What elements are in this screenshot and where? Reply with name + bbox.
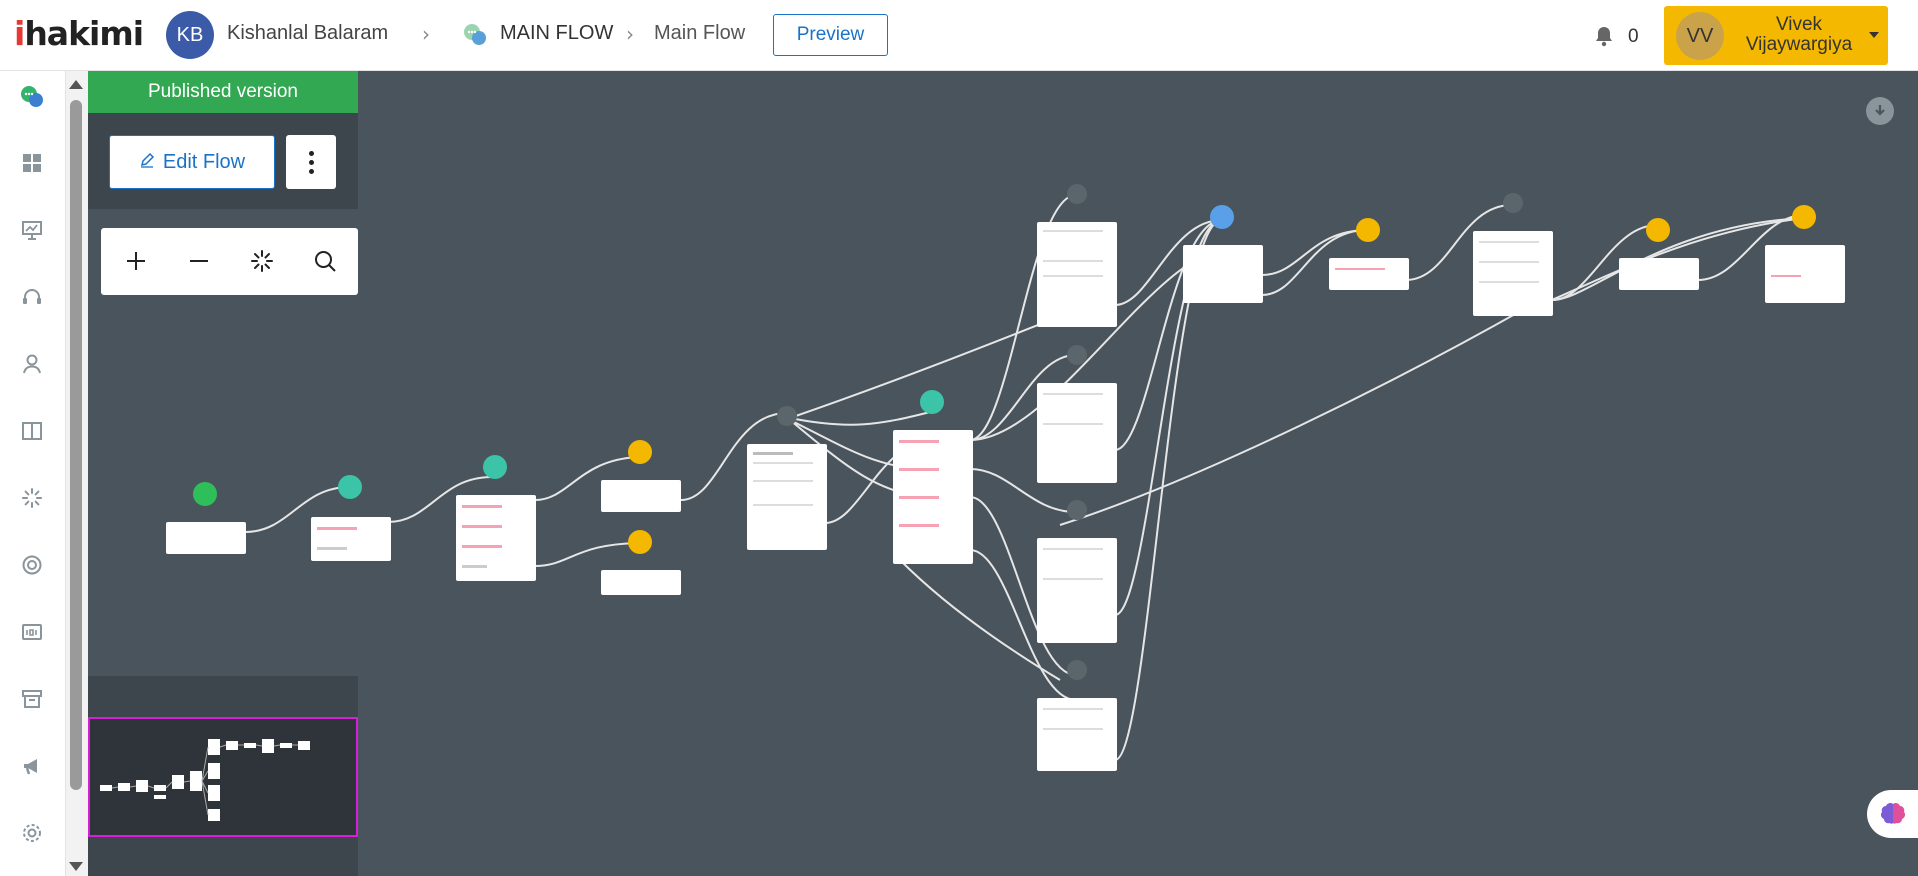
edit-flow-button[interactable]: Edit Flow [109, 135, 275, 189]
minimap[interactable] [88, 717, 358, 837]
dashboard-icon[interactable] [18, 149, 46, 177]
search-button[interactable] [301, 238, 349, 284]
question-node[interactable] [893, 390, 973, 564]
top-bar: ihakimi KB Kishanlal Balaram › MAIN FLOW… [0, 0, 1918, 71]
user-avatar: VV [1676, 12, 1724, 60]
chat-bubbles-icon[interactable] [18, 83, 46, 111]
headset-icon[interactable] [18, 283, 46, 311]
message-node[interactable] [1037, 184, 1117, 327]
start-node[interactable] [166, 482, 246, 554]
question-node[interactable] [311, 475, 391, 561]
action-node[interactable] [601, 530, 681, 595]
edit-pen-icon [139, 151, 155, 174]
zoom-toolbar [101, 228, 358, 295]
action-node[interactable] [1329, 218, 1409, 290]
more-options-button[interactable] [286, 135, 336, 189]
notification-count: 0 [1628, 26, 1639, 47]
action-node[interactable] [601, 440, 681, 512]
zoom-in-button[interactable] [112, 238, 160, 284]
fit-view-button[interactable] [238, 238, 286, 284]
question-node[interactable] [456, 455, 536, 581]
book-icon[interactable] [18, 417, 46, 445]
loader-icon[interactable] [18, 484, 46, 512]
breadcrumb-flow-name: Main Flow [654, 22, 746, 44]
user-menu-button[interactable]: VV Vivek Vijaywargiya [1664, 6, 1888, 65]
chat-bubbles-icon [462, 22, 488, 48]
presentation-icon[interactable] [18, 216, 46, 244]
preview-button[interactable]: Preview [773, 14, 888, 56]
user-icon[interactable] [18, 350, 46, 378]
ai-assistant-brain-icon[interactable] [1867, 790, 1918, 838]
scrollbar-thumb[interactable] [70, 100, 82, 790]
account-avatar[interactable]: KB [166, 11, 214, 59]
message-node[interactable] [1473, 193, 1553, 316]
settings-icon[interactable] [18, 819, 46, 847]
id-card-icon[interactable] [18, 618, 46, 646]
account-name[interactable]: Kishanlal Balaram [227, 22, 388, 45]
edit-flow-label: Edit Flow [162, 150, 246, 173]
sidebar [0, 71, 66, 876]
download-icon[interactable] [1866, 97, 1894, 125]
chevron-right-icon: › [626, 22, 634, 46]
bell-icon[interactable] [1592, 24, 1616, 48]
scroll-up-arrow-icon[interactable] [69, 80, 83, 89]
caret-down-icon [1869, 32, 1879, 38]
megaphone-icon[interactable] [18, 752, 46, 780]
flow-canvas[interactable] [88, 71, 1918, 876]
published-version-banner: Published version [88, 71, 358, 113]
message-node[interactable] [747, 406, 827, 550]
user-name: Vivek Vijaywargiya [1745, 14, 1853, 55]
message-node[interactable] [1037, 500, 1117, 643]
scroll-down-arrow-icon[interactable] [69, 862, 83, 871]
message-node[interactable] [1037, 660, 1117, 771]
breadcrumb-flow-group[interactable]: MAIN FLOW [500, 22, 613, 45]
ihakimi-logo[interactable]: ihakimi [14, 14, 144, 53]
chevron-right-icon: › [422, 22, 430, 46]
api-node[interactable] [1183, 205, 1263, 303]
lifebuoy-icon[interactable] [18, 551, 46, 579]
zoom-out-button[interactable] [175, 238, 223, 284]
flow-graph [166, 184, 1845, 771]
archive-icon[interactable] [18, 685, 46, 713]
